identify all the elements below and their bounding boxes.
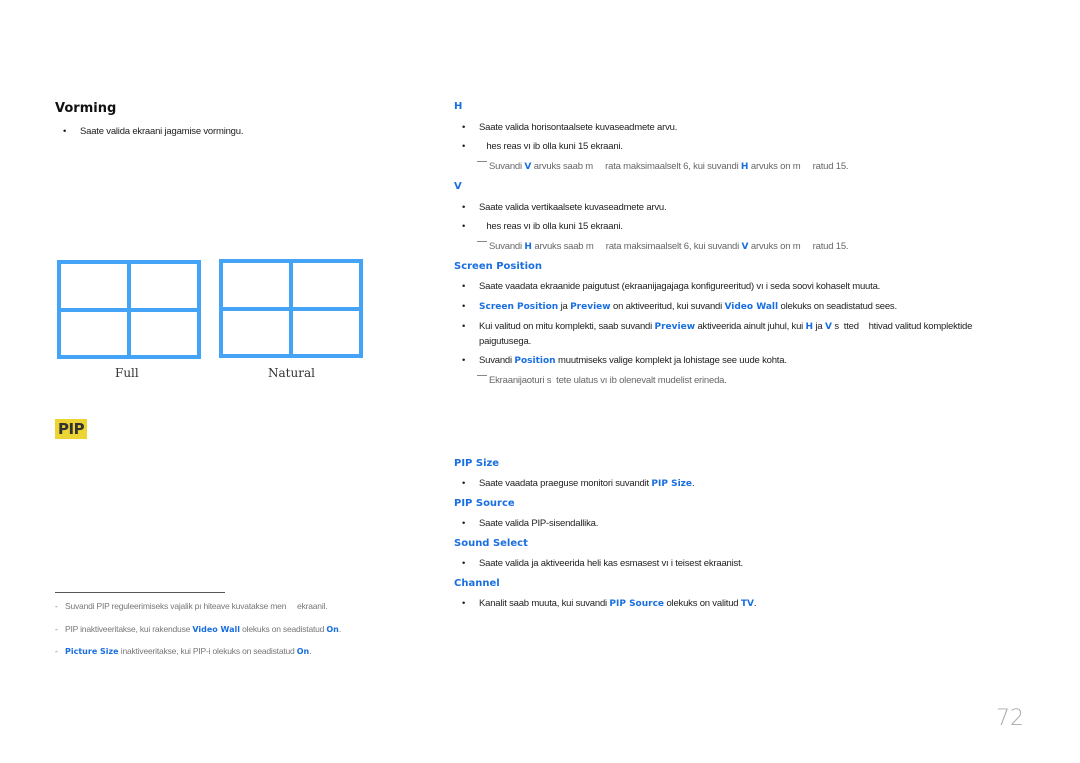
footnote-text: Suvandi PIP reguleerimiseks vajalik pı h… xyxy=(65,601,328,611)
sound-select-bullet: • Saate valida ja aktiveerida heli kas es… xyxy=(462,558,743,569)
subsection-channel-title: Channel xyxy=(454,578,500,589)
format-natural-label: Natural xyxy=(268,366,315,380)
format-full-label: Full xyxy=(115,366,139,380)
pip-size-bullet: • Saate vaadata praeguse monitori suvandi… xyxy=(462,478,695,489)
pip-section-badge: PIP xyxy=(55,419,88,439)
format-full-diagram xyxy=(57,260,201,359)
footnote-text: PIP xyxy=(65,624,78,634)
subsection-sound-select-title: Sound Select xyxy=(454,538,528,549)
subsection-pip-source-title: PIP Source xyxy=(454,498,515,509)
pip-source-bullet: • Saate valida PIP-sisendallika. xyxy=(462,518,599,529)
footnote-text: . xyxy=(309,646,312,656)
screen-position-bullet-1: • Saate vaadata ekraanide paigutust (ekra… xyxy=(462,281,881,292)
footnote-text: inaktiveeritakse, kui rakenduse xyxy=(77,624,193,634)
highlighted-term: Picture Size xyxy=(65,647,119,656)
channel-bullet: • Kanalit saab muuta, kui suvandi PIP Sou… xyxy=(462,598,757,609)
screen-position-bullet-4: • Suvandi Position muutmiseks valige komp… xyxy=(462,355,787,366)
footnote-3: - Picture Size inaktiveeritakse, kui PIP-… xyxy=(55,646,312,656)
page-number: 72 xyxy=(996,706,1024,731)
highlighted-term: On xyxy=(326,625,339,634)
screen-position-bullet-2: • Screen Position ja Preview on aktiveeri… xyxy=(462,301,897,312)
h-note: Suvandi V arvuks saab m rata maksimaalse… xyxy=(477,161,849,172)
screen-position-note: Ekraanijaoturi s tete ulatus vı ib olene… xyxy=(477,375,727,386)
section-title-vorming: Vorming xyxy=(55,101,117,116)
subsection-h-title: H xyxy=(454,101,463,112)
footnote-text: . xyxy=(338,624,342,634)
screen-position-bullet-3-cont: paigutusega. xyxy=(479,336,532,347)
note-dash-icon xyxy=(477,241,487,242)
format-natural-diagram xyxy=(219,259,363,358)
h-bullet-1: • Saate valida horisontaalsete kuvaseadme… xyxy=(462,122,678,133)
vorming-bullet: • Saate valida ekraani jagamise vormingu. xyxy=(55,126,243,137)
screen-position-bullet-3: • Kui valitud on mitu komplekti, saab suv… xyxy=(462,321,973,332)
footnote-text: olekuks on seadistatud xyxy=(239,624,327,634)
footnote-2: - PIP inaktiveeritakse, kui rakenduse Vid… xyxy=(55,624,341,634)
v-bullet-2: • hes reas vı ib olla kuni 15 ekraani. xyxy=(462,221,623,232)
h-bullet-2: • hes reas vı ib olla kuni 15 ekraani. xyxy=(462,141,623,152)
highlighted-term: Video Wall xyxy=(192,625,240,634)
footnote-dash: - xyxy=(55,601,58,611)
note-dash-icon xyxy=(477,161,487,162)
subsection-pip-size-title: PIP Size xyxy=(454,458,500,469)
v-bullet-1: • Saate valida vertikaalsete kuvaseadmete… xyxy=(462,202,667,213)
highlighted-term: On xyxy=(296,647,310,656)
note-dash-icon xyxy=(477,375,487,376)
bullet-dot: • xyxy=(63,126,67,137)
subsection-v-title: V xyxy=(454,181,462,192)
footnote-1: - Suvandi PIP reguleerimiseks vajalik pı … xyxy=(55,601,328,611)
footnote-divider xyxy=(55,592,225,593)
footnote-dash: - xyxy=(55,646,58,656)
footnote-dash: - xyxy=(55,624,58,634)
v-note: Suvandi H arvuks saab m rata maksimaalse… xyxy=(477,241,849,252)
footnote-text: inaktiveeritakse, kui PIP-i olekuks on s… xyxy=(118,646,297,656)
subsection-screen-position-title: Screen Position xyxy=(454,261,543,272)
